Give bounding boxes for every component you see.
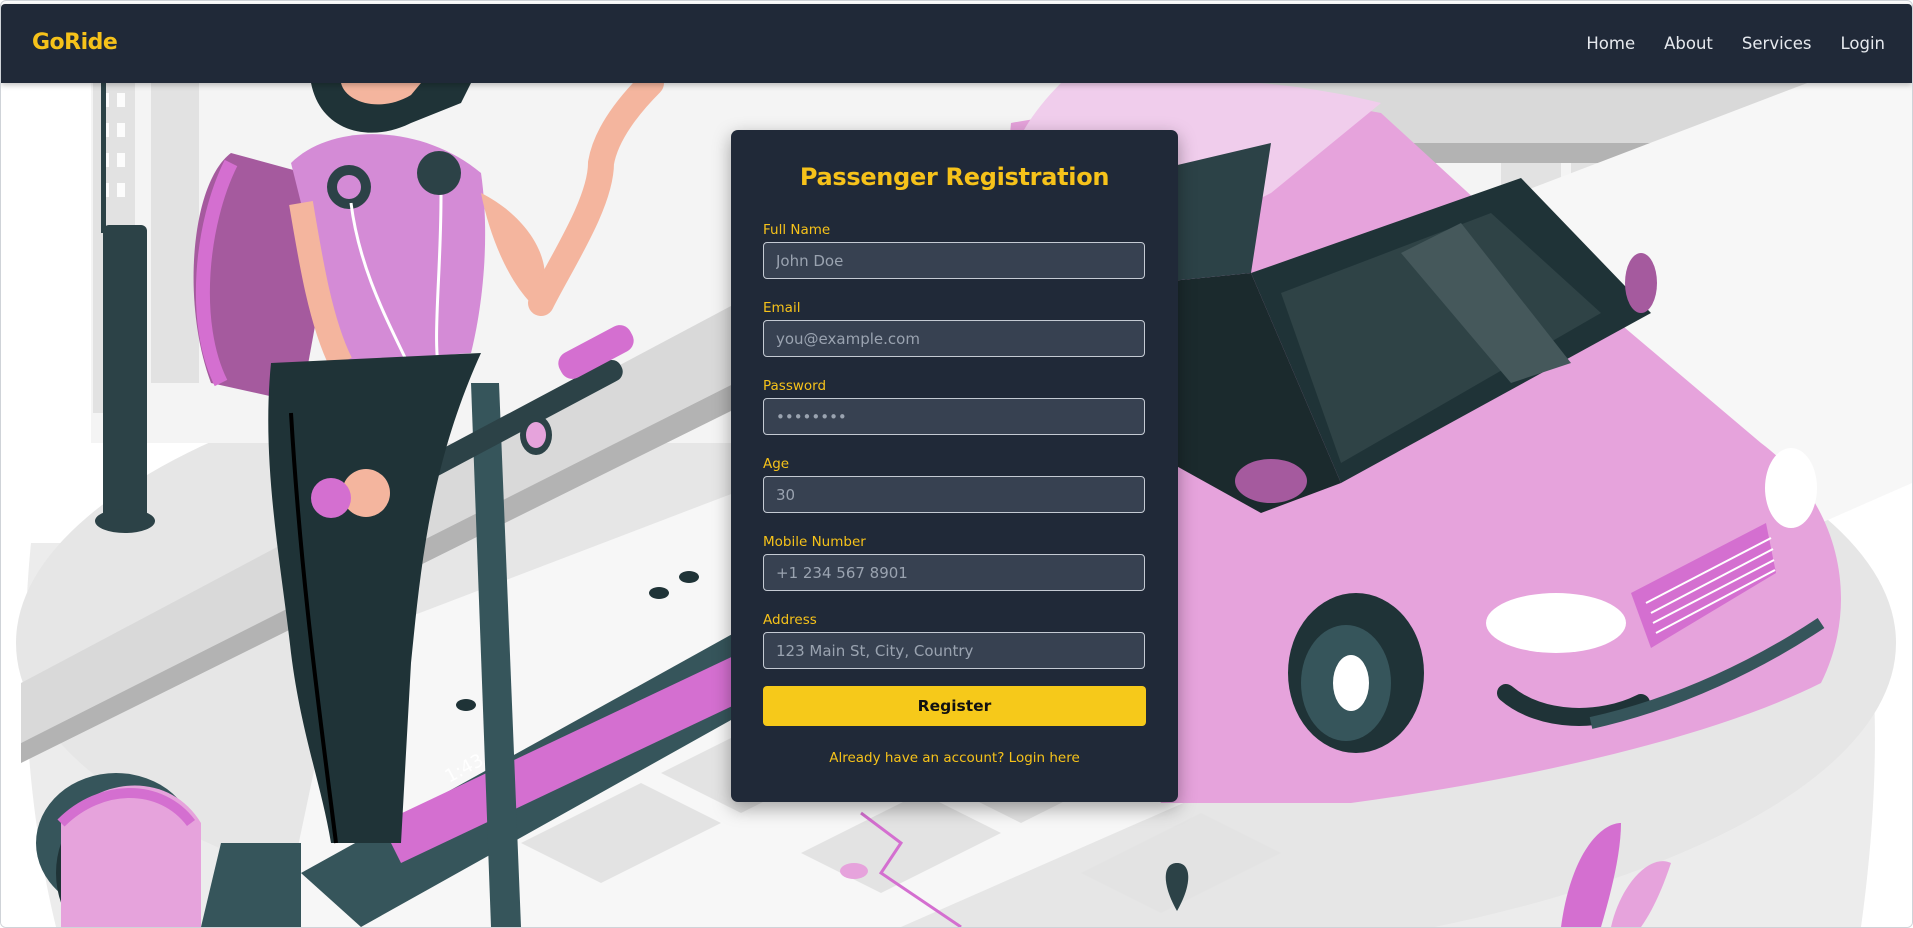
login-here-link[interactable]: Login here	[1009, 750, 1080, 766]
register-button[interactable]: Register	[763, 686, 1146, 726]
password-input[interactable]	[763, 398, 1145, 435]
nav-about-link[interactable]: About	[1664, 34, 1713, 53]
nav-home-link[interactable]: Home	[1586, 34, 1635, 53]
email-input[interactable]	[763, 320, 1145, 357]
browser-viewport: GoRide Home About Services Login 1:43 Pa…	[0, 0, 1913, 928]
full-name-label: Full Name	[763, 222, 831, 238]
login-prompt: Already have an account? Login here	[731, 750, 1178, 766]
brand-logo[interactable]: GoRide	[32, 30, 118, 55]
age-label: Age	[763, 456, 790, 472]
password-label: Password	[763, 378, 827, 394]
form-title: Passenger Registration	[799, 163, 1110, 191]
nav-links: Home About Services Login	[1586, 34, 1885, 53]
login-prompt-text: Already have an account?	[829, 750, 1005, 766]
nav-services-link[interactable]: Services	[1742, 34, 1812, 53]
mobile-input[interactable]	[763, 554, 1145, 591]
address-label: Address	[763, 612, 817, 628]
age-input[interactable]	[763, 476, 1145, 513]
address-input[interactable]	[763, 632, 1145, 669]
registration-card: Passenger Registration Full Name Email P…	[731, 130, 1178, 802]
mobile-label: Mobile Number	[763, 534, 866, 550]
nav-login-link[interactable]: Login	[1840, 34, 1885, 53]
full-name-input[interactable]	[763, 242, 1145, 279]
email-label: Email	[763, 300, 801, 316]
top-navbar: GoRide Home About Services Login	[1, 4, 1912, 83]
